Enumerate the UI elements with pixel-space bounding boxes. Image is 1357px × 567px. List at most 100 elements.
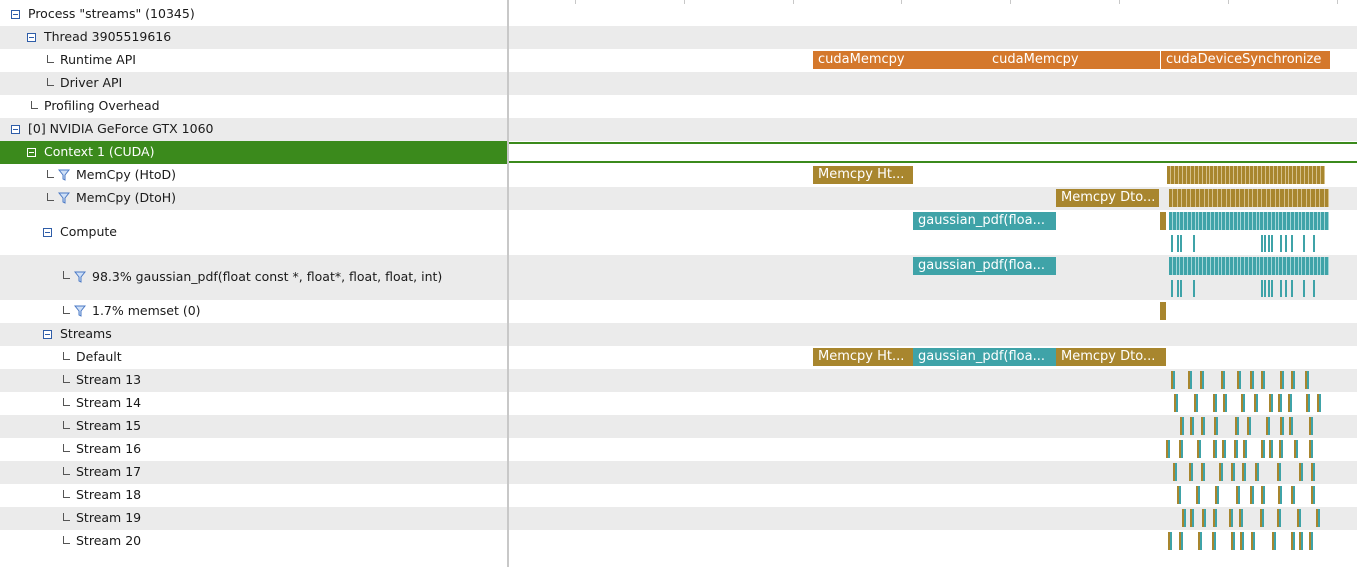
activity-slice[interactable] (1217, 486, 1219, 504)
activity-slice[interactable] (1186, 166, 1187, 184)
activity-slice[interactable] (1224, 440, 1226, 458)
activity-slice[interactable] (1252, 486, 1254, 504)
activity-slice[interactable] (1304, 166, 1305, 184)
memcpy-htod-strip[interactable] (1167, 166, 1325, 184)
default-stream-memset-bar[interactable] (1160, 348, 1166, 366)
tree-row-profiling-overhead[interactable]: Profiling Overhead (0, 95, 507, 118)
activity-slice[interactable] (1252, 371, 1254, 389)
activity-slice[interactable] (1291, 417, 1293, 435)
activity-slice[interactable] (1171, 235, 1173, 252)
activity-slice[interactable] (1202, 257, 1203, 275)
activity-slice[interactable] (1203, 463, 1205, 481)
activity-slice[interactable] (1244, 189, 1245, 207)
activity-slice[interactable] (1237, 166, 1238, 184)
activity-slice[interactable] (1210, 212, 1211, 230)
activity-slice[interactable] (1262, 509, 1264, 527)
activity-slice[interactable] (1176, 257, 1177, 275)
filter-icon[interactable] (58, 169, 70, 181)
activity-slice[interactable] (1311, 532, 1313, 550)
activity-slice[interactable] (1221, 463, 1223, 481)
activity-slice[interactable] (1249, 166, 1250, 184)
activity-slice[interactable] (1299, 509, 1301, 527)
activity-slice[interactable] (1194, 166, 1195, 184)
activity-slice[interactable] (1235, 189, 1236, 207)
runtime-api-cudadevicesynchronize-bar[interactable]: cudaDeviceSynchronize (1161, 51, 1330, 69)
activity-slice[interactable] (1199, 440, 1201, 458)
activity-slice[interactable] (1215, 509, 1217, 527)
activity-slice[interactable] (1281, 440, 1283, 458)
activity-slice[interactable] (1168, 440, 1170, 458)
activity-slice[interactable] (1303, 280, 1305, 297)
activity-slice[interactable] (1216, 417, 1218, 435)
kernel-gaussian-bar[interactable]: gaussian_pdf(floa... (913, 257, 1056, 275)
activity-slice[interactable] (1198, 486, 1200, 504)
tree-row-streams[interactable]: Streams (0, 323, 507, 346)
activity-slice[interactable] (1225, 394, 1227, 412)
activity-slice[interactable] (1196, 394, 1198, 412)
activity-slice[interactable] (1229, 166, 1230, 184)
activity-slice[interactable] (1217, 166, 1218, 184)
default-stream-memcpy-dtoh-bar[interactable]: Memcpy Dto... (1056, 348, 1160, 366)
activity-slice[interactable] (1264, 235, 1266, 252)
collapse-toggle-icon[interactable] (27, 148, 36, 157)
activity-slice[interactable] (1274, 532, 1276, 550)
activity-slice[interactable] (1249, 417, 1251, 435)
activity-slice[interactable] (1223, 371, 1225, 389)
activity-slice[interactable] (1308, 394, 1310, 412)
activity-slice[interactable] (1240, 257, 1241, 275)
activity-slice[interactable] (1182, 166, 1183, 184)
activity-slice[interactable] (1279, 189, 1280, 207)
stream-17-activity[interactable] (1173, 463, 1321, 481)
activity-slice[interactable] (1324, 257, 1325, 275)
activity-slice[interactable] (1257, 189, 1258, 207)
filter-icon[interactable] (58, 192, 70, 204)
collapse-toggle-icon[interactable] (43, 228, 52, 237)
tree-row-stream-18[interactable]: Stream 18 (0, 484, 507, 507)
activity-slice[interactable] (1193, 235, 1195, 252)
activity-slice[interactable] (1253, 166, 1254, 184)
activity-slice[interactable] (1261, 189, 1262, 207)
activity-slice[interactable] (1271, 394, 1273, 412)
activity-slice[interactable] (1176, 394, 1178, 412)
activity-slice[interactable] (1248, 257, 1249, 275)
activity-slice[interactable] (1191, 212, 1192, 230)
activity-slice[interactable] (1320, 212, 1321, 230)
activity-slice[interactable] (1179, 486, 1181, 504)
activity-slice[interactable] (1271, 212, 1272, 230)
collapse-toggle-icon[interactable] (27, 33, 36, 42)
stream-16-activity[interactable] (1166, 440, 1314, 458)
activity-slice[interactable] (1259, 212, 1260, 230)
activity-slice[interactable] (1256, 212, 1257, 230)
activity-slice[interactable] (1221, 166, 1222, 184)
activity-slice[interactable] (1288, 166, 1289, 184)
activity-slice[interactable] (1203, 417, 1205, 435)
activity-slice[interactable] (1282, 257, 1283, 275)
activity-slice[interactable] (1290, 257, 1291, 275)
stream-18-activity[interactable] (1177, 486, 1327, 504)
collapse-toggle-icon[interactable] (11, 125, 20, 134)
activity-slice[interactable] (1221, 189, 1222, 207)
activity-slice[interactable] (1271, 257, 1272, 275)
activity-slice[interactable] (1181, 440, 1183, 458)
activity-slice[interactable] (1204, 189, 1205, 207)
activity-slice[interactable] (1190, 166, 1191, 184)
collapse-toggle-icon[interactable] (43, 330, 52, 339)
activity-slice[interactable] (1301, 212, 1302, 230)
activity-slice[interactable] (1309, 212, 1310, 230)
activity-slice[interactable] (1263, 371, 1265, 389)
activity-slice[interactable] (1294, 257, 1295, 275)
activity-slice[interactable] (1212, 189, 1213, 207)
activity-slice[interactable] (1202, 371, 1204, 389)
activity-slice[interactable] (1292, 166, 1293, 184)
activity-slice[interactable] (1171, 280, 1173, 297)
activity-slice[interactable] (1245, 440, 1247, 458)
runtime-api-cudamemcpy-bar[interactable]: cudaMemcpy (813, 51, 989, 69)
activity-slice[interactable] (1237, 212, 1238, 230)
activity-slice[interactable] (1318, 509, 1320, 527)
activity-slice[interactable] (1300, 166, 1301, 184)
activity-slice[interactable] (1285, 166, 1286, 184)
tree-row-stream-16[interactable]: Stream 16 (0, 438, 507, 461)
activity-slice[interactable] (1271, 235, 1273, 252)
activity-slice[interactable] (1263, 440, 1265, 458)
activity-slice[interactable] (1319, 189, 1320, 207)
